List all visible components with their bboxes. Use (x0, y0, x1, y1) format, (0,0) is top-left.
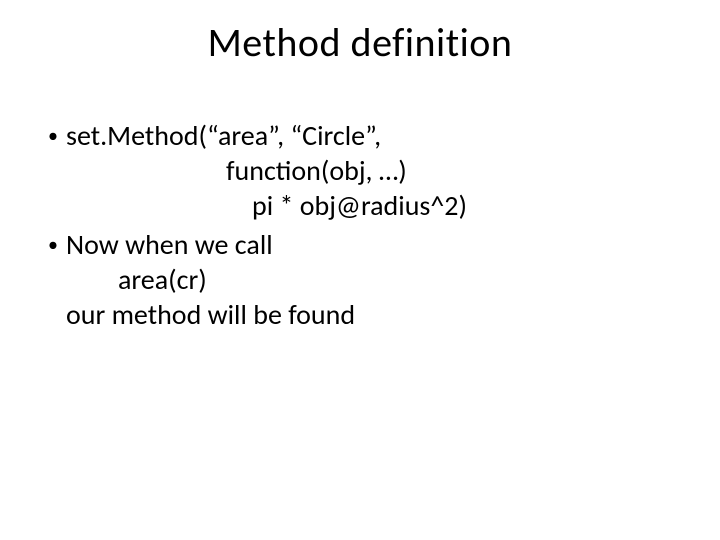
slide-body: • set.Method(“area”, “Circle”, function(… (48, 118, 672, 336)
bullet-line: function(obj, …) (66, 153, 672, 188)
bullet-item: • set.Method(“area”, “Circle”, function(… (48, 118, 672, 223)
bullet-dot-icon: • (48, 227, 66, 263)
bullet-content: set.Method(“area”, “Circle”, function(ob… (66, 118, 672, 223)
bullet-line: our method will be found (66, 297, 672, 332)
bullet-dot-icon: • (48, 118, 66, 154)
bullet-item: • Now when we call area(cr) our method w… (48, 227, 672, 332)
bullet-line: Now when we call (66, 227, 672, 262)
slide-title: Method definition (0, 18, 720, 67)
slide: Method definition • set.Method(“area”, “… (0, 0, 720, 540)
bullet-line: set.Method(“area”, “Circle”, (66, 118, 672, 153)
bullet-line: pi * obj@radius^2) (66, 188, 672, 223)
bullet-line: area(cr) (66, 262, 672, 297)
bullet-content: Now when we call area(cr) our method wil… (66, 227, 672, 332)
